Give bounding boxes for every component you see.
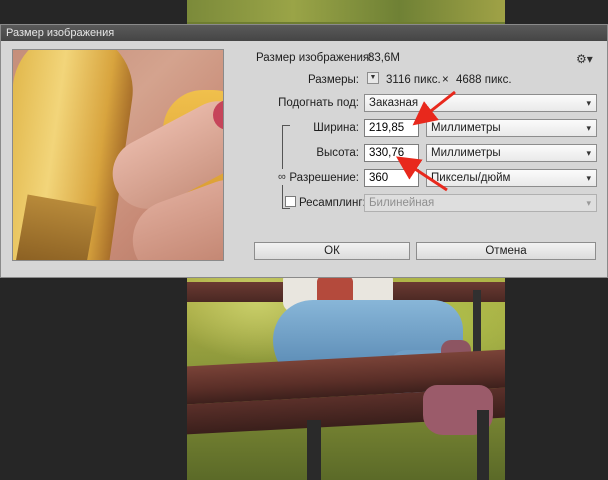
chevron-updown-icon: ▾: [586, 173, 591, 183]
dimensions-width: 3116 пикс.: [386, 74, 441, 86]
image-preview[interactable]: [12, 49, 224, 261]
chevron-updown-icon: ▾: [586, 198, 591, 208]
fit-to-label: Подогнать под:: [278, 97, 359, 109]
resample-select[interactable]: Билинейная ▾: [364, 194, 597, 212]
ok-button[interactable]: ОК: [254, 242, 410, 260]
image-size-label: Размер изображения:: [256, 52, 373, 64]
fit-to-select[interactable]: Заказная ▾: [364, 94, 597, 112]
chevron-updown-icon: ▾: [586, 98, 591, 108]
photo-foliage: [187, 0, 505, 22]
resolution-label: Разрешение:: [289, 172, 359, 184]
preview-banana-tip: [15, 194, 97, 260]
width-label: Ширина:: [313, 122, 359, 134]
resample-label: Ресамплинг:: [299, 197, 366, 209]
bench-leg: [307, 420, 321, 480]
resolution-unit-select[interactable]: Пикселы/дюйм ▾: [426, 169, 597, 187]
dimensions-separator: ×: [442, 74, 449, 86]
fit-to-value: Заказная: [369, 97, 419, 109]
resample-value: Билинейная: [369, 197, 435, 209]
chevron-updown-icon: ▾: [586, 148, 591, 158]
resolution-unit-value: Пикселы/дюйм: [431, 172, 511, 184]
height-label: Высота:: [316, 147, 359, 159]
height-unit-value: Миллиметры: [431, 147, 501, 159]
height-unit-select[interactable]: Миллиметры ▾: [426, 144, 597, 162]
triangle-down-icon[interactable]: ▼: [367, 72, 379, 84]
resample-checkbox[interactable]: [285, 196, 296, 207]
width-unit-value: Миллиметры: [431, 122, 501, 134]
dialog-title: Размер изображения: [1, 25, 607, 41]
width-input[interactable]: [364, 119, 419, 137]
image-size-value: 83,6M: [368, 52, 400, 64]
height-input[interactable]: [364, 144, 419, 162]
dimensions-height: 4688 пикс.: [456, 74, 512, 86]
dimensions-label: Размеры:: [308, 74, 359, 86]
bench-leg-right: [477, 410, 489, 480]
cancel-button[interactable]: Отмена: [416, 242, 596, 260]
image-size-dialog: Размер изображения Размер изображения: 8…: [0, 24, 608, 278]
gear-icon[interactable]: ⚙▾: [576, 52, 593, 66]
resolution-input[interactable]: [364, 169, 419, 187]
chevron-updown-icon: ▾: [586, 123, 591, 133]
width-unit-select[interactable]: Миллиметры ▾: [426, 119, 597, 137]
